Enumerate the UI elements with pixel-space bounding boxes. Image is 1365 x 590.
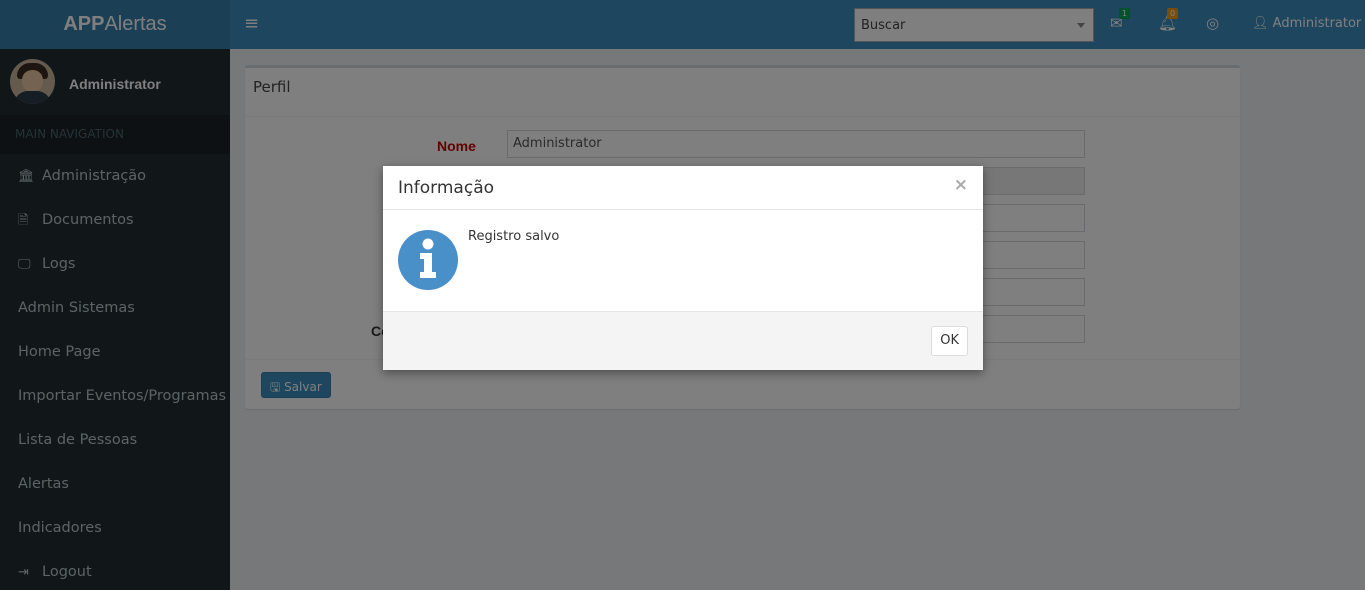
modal-message: Registro salvo bbox=[468, 229, 560, 244]
modal-body: Registro salvo bbox=[383, 210, 983, 311]
modal-header: Informação × bbox=[383, 166, 983, 210]
ok-button[interactable]: OK bbox=[931, 326, 968, 356]
info-modal: Informação × Registro salvo OK bbox=[383, 166, 983, 370]
modal-footer: OK bbox=[383, 311, 983, 370]
modal-title: Informação bbox=[398, 178, 495, 198]
info-icon bbox=[398, 230, 458, 290]
close-icon[interactable]: × bbox=[954, 175, 968, 195]
